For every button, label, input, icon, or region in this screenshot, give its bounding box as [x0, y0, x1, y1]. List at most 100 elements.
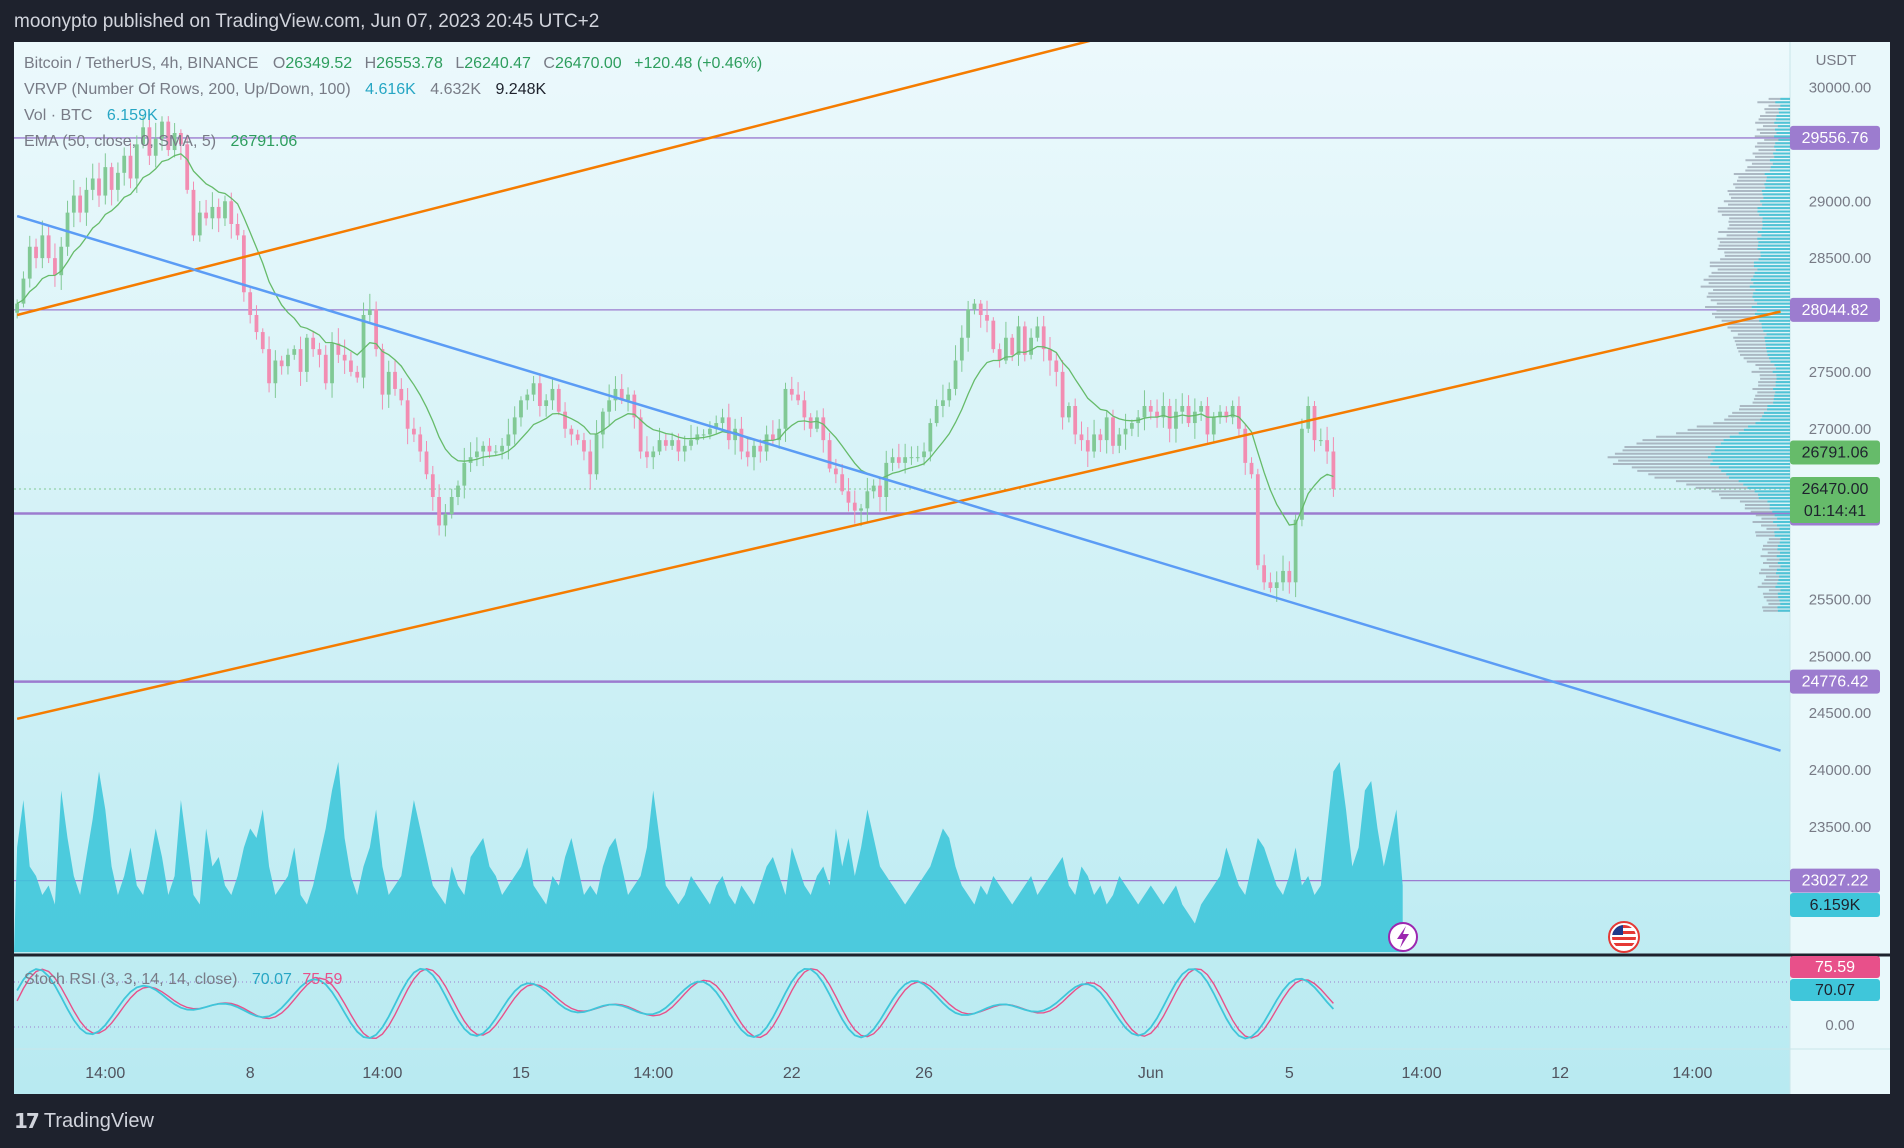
- lightning-event-icon[interactable]: [1388, 922, 1418, 952]
- candle-body: [279, 360, 284, 367]
- candle-body: [1067, 406, 1071, 418]
- candle-body: [506, 434, 511, 446]
- candle-body: [393, 371, 397, 389]
- candle-body: [582, 440, 586, 452]
- candle-body: [53, 258, 57, 276]
- x-tick-label: 8: [246, 1065, 255, 1082]
- candle-body: [1073, 406, 1078, 435]
- y-tick-label: 25000.00: [1809, 648, 1872, 665]
- vol-label: Vol · BTC: [24, 107, 92, 124]
- candle-body: [871, 485, 876, 492]
- candle-body: [27, 246, 32, 279]
- candle-body: [34, 246, 38, 259]
- candle-body: [852, 502, 857, 511]
- candle-body: [97, 178, 101, 196]
- candle-body: [915, 457, 920, 459]
- candle-body: [1268, 582, 1273, 588]
- candle-body: [544, 400, 549, 406]
- candle-body: [90, 178, 95, 190]
- candle-body: [1211, 417, 1216, 435]
- stoch-axis-label: 0.00: [1825, 1017, 1854, 1034]
- x-tick-label: 26: [915, 1065, 933, 1082]
- candle-body: [752, 445, 756, 458]
- candle-body: [739, 428, 744, 452]
- candle-body: [1016, 326, 1021, 355]
- candle-body: [1035, 326, 1040, 338]
- candle-body: [758, 445, 763, 452]
- candle-body: [657, 440, 662, 452]
- legend-line-3: Vol · BTC 6.159K: [24, 107, 158, 124]
- candle-body: [676, 440, 681, 452]
- candle-body: [424, 451, 429, 475]
- candle-body: [701, 434, 706, 436]
- vrvp-label: VRVP (Number Of Rows, 200, Up/Down, 100): [24, 81, 351, 98]
- candle-body: [456, 485, 460, 497]
- candle-body: [682, 445, 687, 452]
- candle-body: [109, 167, 114, 190]
- candle-body: [40, 235, 45, 259]
- candle-body: [966, 309, 971, 338]
- candle-body: [985, 315, 989, 321]
- candle-body: [607, 400, 612, 412]
- vrvp-down: 4.632K: [430, 81, 481, 98]
- x-tick-label: 12: [1551, 1065, 1569, 1082]
- candle-body: [537, 383, 542, 406]
- candle-body: [1117, 434, 1122, 446]
- candle-body: [972, 303, 977, 310]
- candle-body: [1029, 337, 1033, 355]
- legend-high: 26553.78: [376, 55, 443, 72]
- usdt-label: USDT: [1816, 52, 1857, 69]
- candle-body: [726, 417, 731, 441]
- candle-body: [531, 383, 536, 395]
- candle-body: [896, 457, 901, 463]
- candle-body: [349, 360, 353, 372]
- candle-body: [1186, 406, 1191, 424]
- candle-body: [745, 451, 750, 458]
- candle-body: [997, 349, 1002, 361]
- candle-body: [941, 400, 945, 406]
- candle-body: [1312, 406, 1317, 441]
- legend-symbol: Bitcoin / TetherUS, 4h, BINANCE: [24, 55, 258, 72]
- candle-body: [412, 428, 416, 435]
- stoch-d-value: 75.59: [302, 971, 342, 988]
- x-tick-label: 5: [1285, 1065, 1294, 1082]
- candle-body: [808, 417, 813, 429]
- candle-body: [1325, 440, 1329, 452]
- chart-frame[interactable]: 30000.00 29000.00 28500.00 27500.00 27000.00…: [14, 0, 1890, 1094]
- candle-body: [1148, 406, 1153, 412]
- candle-body: [802, 400, 807, 418]
- candle-body: [815, 417, 819, 429]
- candle-body: [430, 474, 435, 497]
- y-tick-label: 24500.00: [1809, 705, 1872, 722]
- countdown-text: 01:14:41: [1804, 503, 1866, 520]
- vol-value: 6.159K: [107, 107, 158, 124]
- publisher-line: moonypto published on TradingView.com, J…: [14, 11, 600, 32]
- ema-value: 26791.06: [231, 133, 298, 150]
- candle-body: [1180, 406, 1185, 412]
- candle-body: [695, 434, 700, 441]
- candle-body: [846, 491, 851, 503]
- legend-close: 26470.00: [555, 55, 622, 72]
- chart-svg[interactable]: 30000.00 29000.00 28500.00 27500.00 27000.00…: [14, 0, 1890, 1094]
- candle-body: [15, 303, 20, 313]
- candle-body: [783, 388, 788, 429]
- candle-body: [1041, 326, 1046, 350]
- candle-body: [197, 212, 202, 236]
- candle-body: [367, 309, 372, 315]
- candle-body: [645, 451, 649, 458]
- tradingview-logo[interactable]: 17 TradingView: [14, 1106, 154, 1136]
- candle-body: [903, 457, 908, 463]
- level-badge-text: 28044.82: [1802, 302, 1869, 319]
- legend-line-4: EMA (50, close, 0, SMA, 5) 26791.06: [24, 133, 297, 150]
- ema-badge-text: 26791.06: [1802, 445, 1869, 462]
- candle-body: [1281, 570, 1285, 583]
- candle-body: [487, 445, 492, 452]
- candle-body: [1199, 406, 1204, 412]
- candle-body: [575, 434, 580, 441]
- x-tick-label: 14:00: [1672, 1065, 1712, 1082]
- candle-body: [286, 354, 290, 367]
- us-flag-event-icon[interactable]: [1608, 921, 1640, 953]
- candle-body: [789, 388, 794, 395]
- legend-change: +120.48 (+0.46%): [634, 55, 762, 72]
- candle-body: [386, 371, 391, 395]
